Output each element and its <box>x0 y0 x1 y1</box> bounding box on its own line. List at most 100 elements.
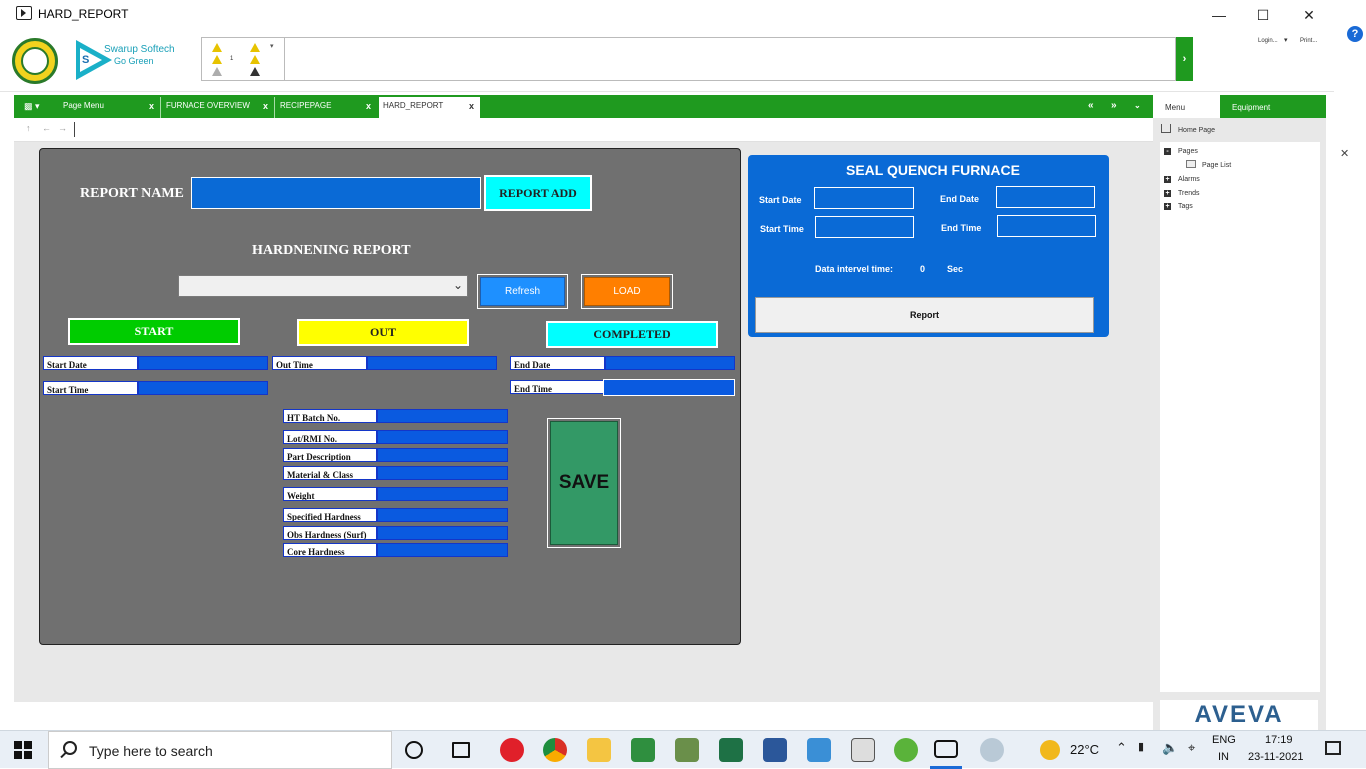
back-arrow-icon[interactable]: ← <box>42 123 51 133</box>
weather-icon[interactable] <box>1040 740 1060 760</box>
start-time-field[interactable] <box>138 381 268 395</box>
up-arrow-icon[interactable]: ↑ <box>26 123 31 133</box>
tree-item-alarms[interactable]: Alarms <box>1178 176 1200 183</box>
expand-icon[interactable]: + <box>1164 203 1171 210</box>
seal-end-date-input[interactable] <box>996 186 1095 208</box>
end-time-field[interactable] <box>603 379 735 396</box>
tab-recipepage[interactable]: RECIPEPAGE x <box>276 97 377 118</box>
scroll-right-icon[interactable]: » <box>1111 95 1117 117</box>
wifi-icon[interactable]: ⌖ <box>1188 740 1195 756</box>
tree-item-pages[interactable]: Pages <box>1178 148 1198 155</box>
notification-icon[interactable] <box>1325 741 1341 755</box>
ht-batch-field[interactable] <box>377 409 508 423</box>
app-icon[interactable] <box>807 738 831 762</box>
task-view-icon[interactable] <box>452 742 470 758</box>
chevron-up-icon[interactable]: ⌃ <box>1116 740 1127 756</box>
tab-page-menu[interactable]: Page Menu x <box>59 97 160 118</box>
app-icon[interactable] <box>851 738 875 762</box>
part-description-field[interactable] <box>377 448 508 462</box>
load-button[interactable]: LOAD <box>584 277 670 306</box>
opera-icon[interactable] <box>500 738 524 762</box>
windows-start-button[interactable] <box>14 741 32 759</box>
word-icon[interactable] <box>763 738 787 762</box>
help-icon[interactable]: ? <box>1347 26 1363 42</box>
scroll-left-icon[interactable]: « <box>1088 95 1094 117</box>
report-select[interactable]: ⌄ <box>178 275 468 297</box>
save-button[interactable]: SAVE <box>550 421 618 545</box>
tab-hard-report[interactable]: HARD_REPORT x <box>379 97 480 118</box>
region-indicator[interactable]: IN <box>1218 751 1229 763</box>
tab-menu-button[interactable]: ▩ ▾ <box>14 95 56 118</box>
alarm-expand-button[interactable]: › <box>1176 37 1193 81</box>
battery-icon[interactable]: ▮ <box>1138 740 1144 753</box>
chevron-down-icon[interactable]: ⌄ <box>453 278 463 292</box>
out-time-field[interactable] <box>367 356 497 370</box>
lot-rmi-field[interactable] <box>377 430 508 444</box>
maximize-button[interactable]: ☐ <box>1240 4 1286 26</box>
forward-arrow-icon[interactable]: → <box>58 123 67 133</box>
core-hardness-field[interactable] <box>377 543 508 557</box>
warning-icon <box>212 55 222 64</box>
app-icon[interactable] <box>631 738 655 762</box>
taskbar-search[interactable]: Type here to search <box>48 731 392 769</box>
obs-hardness-field[interactable] <box>377 526 508 540</box>
minimize-button[interactable]: — <box>1196 4 1242 26</box>
app-icon[interactable] <box>675 738 699 762</box>
report-add-button[interactable]: REPORT ADD <box>484 175 592 211</box>
start-date-field[interactable] <box>138 356 268 370</box>
tab-furnace-overview[interactable]: FURNACE OVERVIEW x <box>162 97 274 118</box>
close-icon[interactable]: x <box>263 97 268 115</box>
report-name-input[interactable] <box>191 177 481 209</box>
volume-icon[interactable]: 🔈 <box>1162 740 1178 756</box>
expand-icon[interactable]: + <box>1164 176 1171 183</box>
tab-equipment[interactable]: Equipment <box>1220 95 1326 118</box>
close-button[interactable]: ✕ <box>1286 4 1332 26</box>
taskbar: Type here to search 22°C ⌃ ▮ 🔈 ⌖ ENG IN … <box>0 730 1366 769</box>
print-link[interactable]: Print... <box>1300 38 1317 44</box>
chevron-down-icon[interactable]: ▾ <box>270 42 274 50</box>
out-status[interactable]: OUT <box>297 319 469 346</box>
tree-item-page-list[interactable]: Page List <box>1202 162 1231 169</box>
alarm-summary[interactable]: 1 ▾ <box>201 37 1176 81</box>
expand-icon[interactable]: + <box>1164 190 1171 197</box>
cortana-icon[interactable] <box>405 741 423 759</box>
app-icon[interactable] <box>934 740 958 758</box>
tree-item-trends[interactable]: Trends <box>1178 190 1200 197</box>
specified-hardness-field[interactable] <box>377 508 508 522</box>
chrome-icon[interactable] <box>543 738 567 762</box>
refresh-button-frame: Refresh <box>477 274 568 309</box>
material-class-field[interactable] <box>377 466 508 480</box>
seal-start-date-input[interactable] <box>814 187 914 209</box>
completed-status[interactable]: COMPLETED <box>546 321 718 348</box>
seal-start-time-input[interactable] <box>815 216 914 238</box>
close-icon[interactable]: x <box>469 97 474 115</box>
start-status[interactable]: START <box>68 318 240 345</box>
tab-label: RECIPEPAGE <box>280 101 332 110</box>
collapse-icon[interactable]: - <box>1164 148 1171 155</box>
chevron-down-icon[interactable]: ▾ <box>1284 36 1288 44</box>
end-date-field[interactable] <box>605 356 735 370</box>
alarm-count: 1 <box>230 56 234 62</box>
chevron-down-icon[interactable]: ⌄ <box>1134 95 1141 117</box>
close-icon[interactable]: x <box>366 97 371 115</box>
weight-field[interactable] <box>377 487 508 501</box>
home-page-link[interactable]: Home Page <box>1178 127 1215 134</box>
clock-time[interactable]: 17:19 <box>1265 734 1293 746</box>
paint-icon[interactable] <box>980 738 1004 762</box>
tab-menu[interactable]: Menu <box>1153 95 1220 118</box>
temperature[interactable]: 22°C <box>1070 742 1099 757</box>
close-icon[interactable]: x <box>149 97 154 115</box>
field-row: Core Hardness <box>283 543 508 557</box>
refresh-button[interactable]: Refresh <box>480 277 565 306</box>
language-indicator[interactable]: ENG <box>1212 734 1236 746</box>
file-explorer-icon[interactable] <box>587 738 611 762</box>
close-icon[interactable]: ✕ <box>1340 147 1349 160</box>
seal-end-time-input[interactable] <box>997 215 1096 237</box>
excel-icon[interactable] <box>719 738 743 762</box>
settings-icon[interactable] <box>894 738 918 762</box>
report-button[interactable]: Report <box>755 297 1094 333</box>
tree-item-tags[interactable]: Tags <box>1178 203 1193 210</box>
clock-date[interactable]: 23-11-2021 <box>1248 751 1303 763</box>
login-link[interactable]: Login... <box>1258 38 1278 44</box>
field-label: Obs Hardness (Surf) <box>283 526 377 540</box>
